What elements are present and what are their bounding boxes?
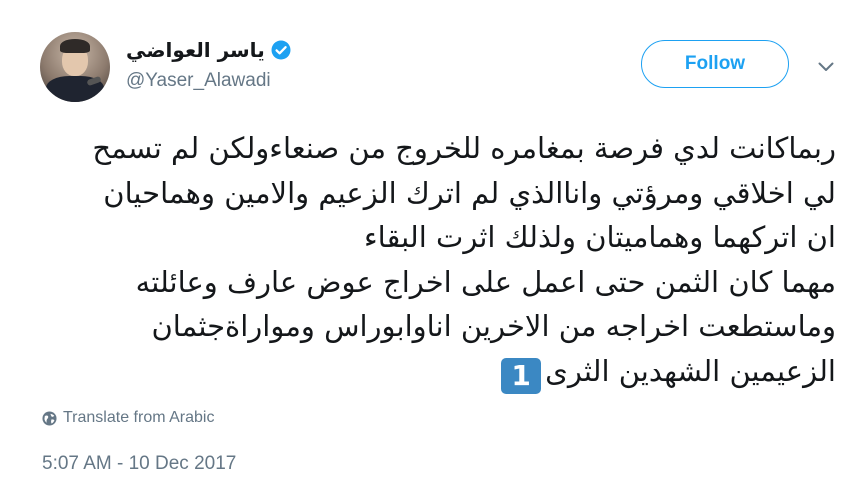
tweet-text-last-line: الزعيمين الشهدين الثرى1: [36, 349, 836, 394]
display-name[interactable]: ياسر العواضي: [126, 38, 265, 62]
more-options-button[interactable]: [814, 54, 838, 78]
tweet-text-line: الزعيمين الشهدين الثرى: [545, 353, 836, 388]
tweet-timestamp[interactable]: 5:07 AM - 10 Dec 2017: [42, 453, 236, 475]
globe-icon: [42, 410, 57, 426]
tweet-text: ربماكانت لدي فرصة بمغامره للخروج من صنعا…: [36, 126, 836, 394]
tweet-text-line: وماستطعت اخراجه من الاخرين اناوابوراس وم…: [151, 309, 836, 343]
tweet-text-line: مهما كان الثمن حتى اعمل على اخراج عوض عا…: [135, 264, 836, 299]
keycap-one-emoji: 1: [501, 357, 542, 394]
follow-button[interactable]: Follow: [641, 40, 789, 88]
tweet-text-line: ان اتركهما وهماميتان ولذلك اثرت البقاء: [364, 220, 836, 254]
tweet-text-line: ربماكانت لدي فرصة بمغامره للخروج من صنعا…: [92, 131, 836, 165]
user-handle[interactable]: @Yaser_Alawadi: [126, 70, 271, 92]
tweet-text-line: لي اخلاقي ومرؤتي واناالذي لم اترك الزعيم…: [103, 175, 836, 210]
translate-label: Translate from Arabic: [63, 409, 215, 426]
avatar-hair: [60, 39, 90, 53]
translate-link[interactable]: Translate from Arabic: [42, 408, 214, 428]
avatar[interactable]: [40, 32, 110, 102]
name-row: ياسر العواضي: [126, 36, 291, 64]
tweet-card: ياسر العواضي @Yaser_Alawadi Follow ربماك…: [0, 0, 864, 486]
verified-badge-icon: [271, 40, 291, 60]
chevron-down-icon: [818, 57, 834, 76]
